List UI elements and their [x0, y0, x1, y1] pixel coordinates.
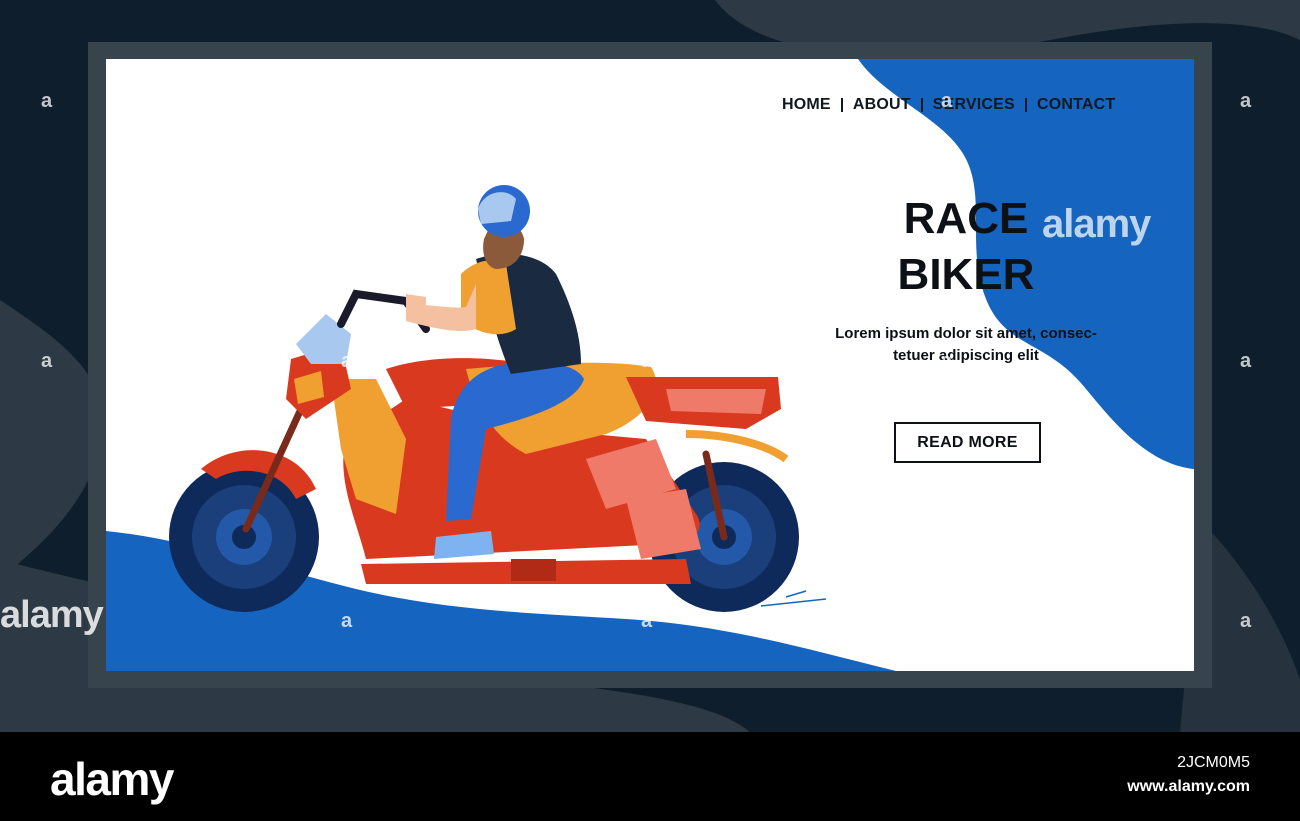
watermark-brand: alamy: [1042, 202, 1151, 246]
browser-mockup-stage: HOME ABOUT SERVICES CONTACT RACE BIKER L…: [0, 0, 1300, 732]
footer-url: www.alamy.com: [1127, 778, 1250, 795]
hero-subtitle-line2: tetuer adipiscing elit: [893, 347, 1039, 364]
watermark-mark: a: [641, 350, 653, 372]
watermark-mark: a: [1240, 90, 1252, 112]
watermark-mark: a: [941, 610, 953, 632]
footer-image-id: 2JCM0M5: [1177, 754, 1250, 771]
watermark-mark: a: [341, 610, 353, 632]
watermark-mark: a: [341, 90, 353, 112]
watermark-mark: a: [341, 350, 353, 372]
nav-separator: [840, 98, 843, 112]
watermark-mark: a: [641, 90, 653, 112]
stock-footer-band: alamy 2JCM0M5 www.alamy.com: [0, 732, 1300, 821]
hero-subtitle: Lorem ipsum dolor sit amet, consec- tetu…: [796, 323, 1136, 367]
nav-link-about[interactable]: ABOUT: [853, 96, 911, 114]
watermark-mark: a: [641, 610, 653, 632]
footer-logo: alamy: [50, 753, 174, 805]
read-more-button[interactable]: READ MORE: [894, 422, 1041, 463]
watermark-mark: a: [941, 90, 953, 112]
watermark-mark: a: [1240, 610, 1252, 632]
watermark-mark: a: [941, 350, 953, 372]
watermark-mark: a: [41, 90, 53, 112]
watermark-mark: a: [1240, 350, 1252, 372]
watermark-mark: a: [41, 350, 53, 372]
hero-subtitle-line1: Lorem ipsum dolor sit amet, consec-: [835, 325, 1097, 342]
nav-link-home[interactable]: HOME: [782, 96, 831, 114]
nav-separator: [1024, 98, 1027, 112]
watermark-brand-left: alamy: [0, 594, 104, 636]
nav-separator: [920, 98, 923, 112]
hero-title-line2: BIKER: [897, 250, 1035, 299]
nav-link-contact[interactable]: CONTACT: [1037, 96, 1115, 114]
